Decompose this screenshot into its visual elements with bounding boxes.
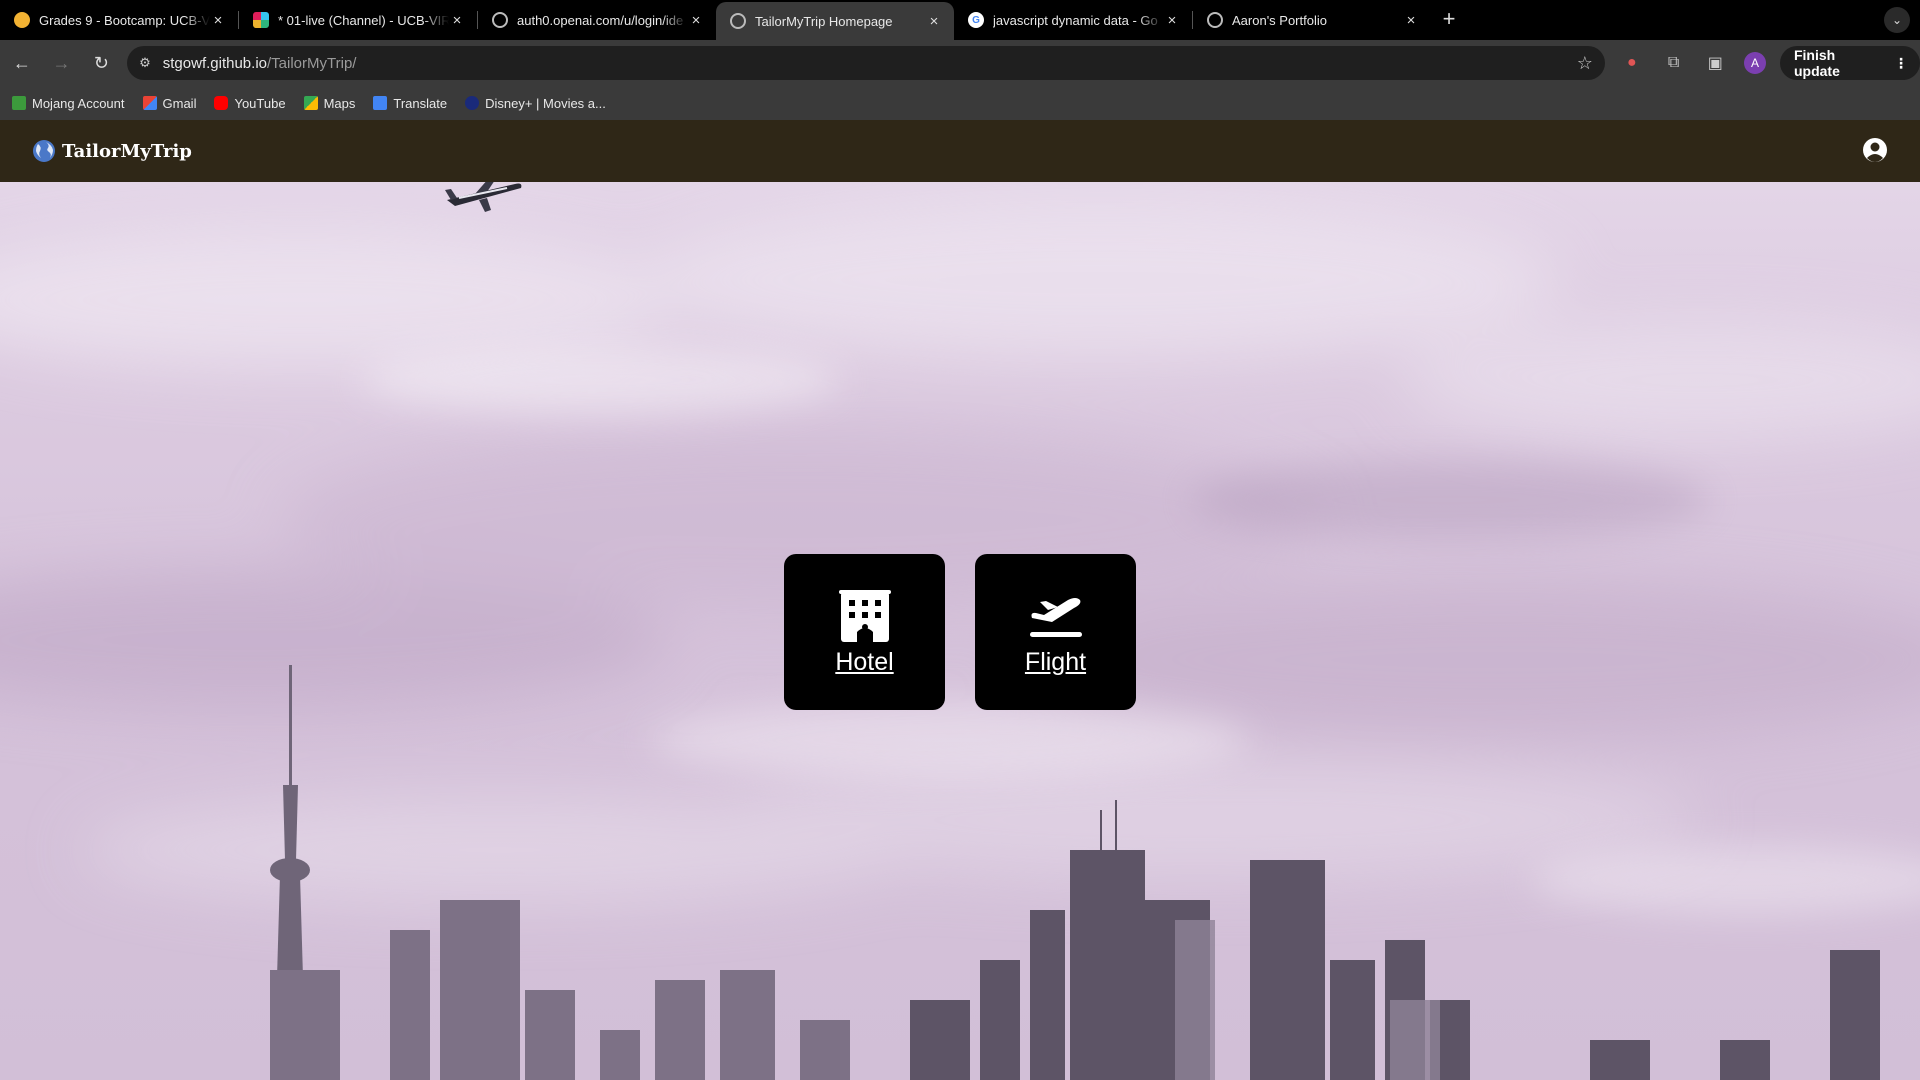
browser-tab[interactable]: Grades 9 - Bootcamp: UCB-V × — [0, 2, 238, 38]
url-host: stgowf.github.io — [162, 54, 267, 72]
city-skyline-image — [270, 665, 1880, 1080]
site-brand[interactable]: TailorMyTrip — [62, 141, 192, 162]
gmail-icon — [142, 96, 157, 110]
close-tab-icon[interactable]: × — [1164, 12, 1180, 29]
browser-tab-active[interactable]: TailorMyTrip Homepage × — [716, 2, 954, 40]
address-bar[interactable]: ⚙ stgowf.github.io/TailorMyTrip/ ☆ — [127, 46, 1605, 80]
flight-card-button[interactable]: Flight — [975, 554, 1136, 710]
browser-tab[interactable]: G javascript dynamic data - Go × — [954, 2, 1192, 38]
extensions-puzzle-icon[interactable]: ⧉ — [1659, 48, 1689, 78]
close-tab-icon[interactable]: × — [688, 12, 704, 29]
bootcamp-favicon-icon — [14, 12, 30, 28]
bookmark-disney[interactable]: Disney+ | Movies a... — [465, 96, 606, 111]
tab-title: auth0.openai.com/u/login/ide — [517, 12, 684, 28]
side-panel-icon[interactable]: ▣ — [1700, 48, 1730, 78]
bookmark-mojang[interactable]: Mojang Account — [12, 96, 125, 111]
slack-favicon-icon — [253, 12, 269, 28]
flight-card-label: Flight — [1024, 647, 1087, 676]
google-favicon-icon: G — [968, 12, 984, 28]
tab-search-chevron-icon[interactable]: ⌄ — [1884, 7, 1910, 33]
bookmark-maps[interactable]: Maps — [303, 95, 356, 111]
bookmark-gmail[interactable]: Gmail — [142, 95, 197, 111]
bookmarks-bar: Mojang Account Gmail YouTube Maps Transl… — [0, 86, 1920, 120]
tab-title: * 01-live (Channel) - UCB-VIR — [278, 12, 449, 28]
youtube-icon — [214, 96, 229, 110]
mojang-icon — [12, 96, 26, 110]
tab-title: javascript dynamic data - Go — [993, 12, 1158, 28]
disney-icon — [465, 96, 480, 110]
close-tab-icon[interactable]: × — [1403, 12, 1419, 29]
browser-tab[interactable]: * 01-live (Channel) - UCB-VIR × — [239, 2, 477, 38]
globe-logo-icon — [33, 140, 55, 162]
flight-icon — [1029, 597, 1082, 637]
bookmark-label: Disney+ | Movies a... — [485, 95, 606, 111]
hotel-icon — [838, 589, 891, 642]
site-info-icon[interactable]: ⚙ — [139, 55, 151, 71]
tab-title: Aaron's Portfolio — [1232, 12, 1327, 28]
hotel-card-button[interactable]: Hotel — [784, 554, 945, 710]
bookmark-label: Maps — [323, 95, 356, 111]
tab-title: TailorMyTrip Homepage — [755, 13, 893, 29]
close-tab-icon[interactable]: × — [449, 12, 465, 29]
browser-tab-strip: Grades 9 - Bootcamp: UCB-V × * 01-live (… — [0, 0, 1920, 40]
bookmark-label: YouTube — [234, 95, 286, 111]
finish-update-button[interactable]: Finish update ⋮ — [1779, 46, 1920, 80]
bookmark-label: Gmail — [162, 95, 197, 111]
user-account-icon[interactable] — [1862, 137, 1888, 163]
new-tab-button[interactable]: + — [1431, 6, 1467, 32]
close-tab-icon[interactable]: × — [926, 13, 942, 30]
globe-favicon-icon — [492, 12, 508, 28]
forward-arrow-icon[interactable]: → — [44, 45, 80, 81]
bookmark-translate[interactable]: Translate — [373, 96, 447, 111]
browser-tab[interactable]: auth0.openai.com/u/login/ide × — [478, 2, 716, 38]
extension-record-icon[interactable]: ● — [1617, 48, 1647, 78]
airplane-image — [445, 178, 522, 212]
browser-toolbar: ← → ↻ ⚙ stgowf.github.io/TailorMyTrip/ ☆… — [0, 40, 1920, 86]
more-vert-icon: ⋮ — [1894, 54, 1909, 71]
page-viewport: TailorMyTrip Hotel Flight — [0, 120, 1920, 1080]
tab-title: Grades 9 - Bootcamp: UCB-V — [39, 12, 210, 28]
bookmark-star-icon[interactable]: ☆ — [1577, 53, 1593, 74]
bookmark-label: Translate — [393, 95, 448, 111]
close-tab-icon[interactable]: × — [210, 12, 226, 29]
globe-favicon-icon — [730, 13, 746, 29]
back-arrow-icon[interactable]: ← — [4, 45, 40, 81]
hotel-card-label: Hotel — [835, 647, 894, 676]
site-navbar: TailorMyTrip — [0, 120, 1920, 182]
bookmark-youtube[interactable]: YouTube — [214, 95, 286, 111]
url-path: /TailorMyTrip/ — [267, 54, 357, 72]
booking-options: Hotel Flight — [784, 554, 1136, 710]
bookmark-label: Mojang Account — [32, 95, 125, 111]
reload-icon[interactable]: ↻ — [83, 45, 119, 81]
maps-icon — [303, 96, 318, 110]
browser-tab[interactable]: Aaron's Portfolio × — [1193, 2, 1431, 38]
globe-favicon-icon — [1207, 12, 1223, 28]
finish-update-label: Finish update — [1793, 47, 1840, 79]
profile-avatar[interactable]: A — [1744, 52, 1766, 74]
translate-icon — [373, 96, 388, 110]
